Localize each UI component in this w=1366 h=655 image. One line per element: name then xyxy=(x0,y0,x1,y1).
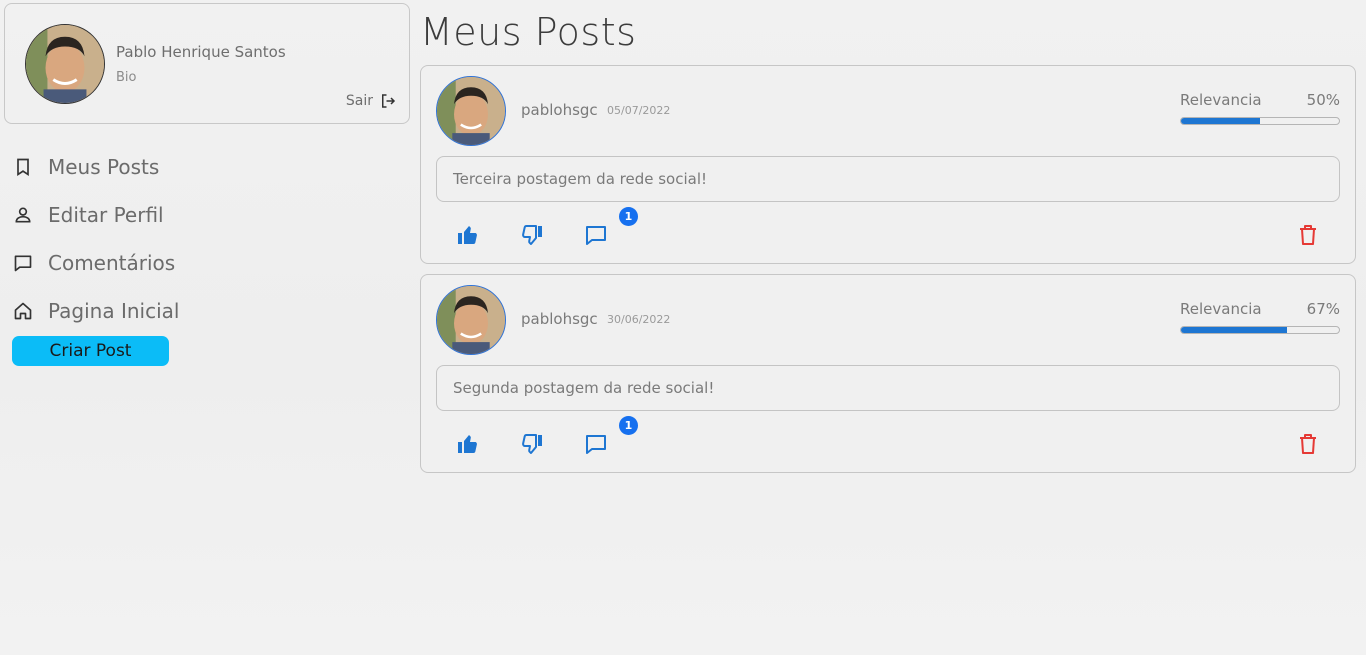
avatar xyxy=(436,285,506,355)
post-date: 05/07/2022 xyxy=(607,104,671,117)
relevance-label: Relevancia xyxy=(1180,300,1262,318)
post-content: Terceira postagem da rede social! xyxy=(436,156,1340,202)
relevance-progress-bar xyxy=(1180,117,1340,125)
comment-count-badge: 1 xyxy=(619,416,638,435)
post-card: pablohsgc 05/07/2022 Relevancia 50% Terc… xyxy=(420,65,1356,264)
profile-name: Pablo Henrique Santos xyxy=(116,43,286,61)
profile-bio: Bio xyxy=(116,70,137,85)
thumbs-up-icon xyxy=(458,226,477,244)
logout-button[interactable]: Sair xyxy=(346,92,397,110)
sidebar-item-meus-posts[interactable]: Meus Posts xyxy=(12,143,402,191)
profile-card: Pablo Henrique Santos Bio Sair xyxy=(4,3,410,124)
bookmark-icon xyxy=(12,156,34,178)
comment-button[interactable] xyxy=(583,222,609,248)
sidebar-item-label: Editar Perfil xyxy=(48,203,164,227)
logout-icon xyxy=(382,94,396,108)
trash-icon xyxy=(1300,434,1316,454)
comment-count-badge: 1 xyxy=(619,207,638,226)
relevance-progress-fill xyxy=(1181,327,1287,333)
person-icon xyxy=(12,204,34,226)
like-button[interactable] xyxy=(455,431,481,457)
relevance-value: 67% xyxy=(1306,300,1340,318)
page-title: Meus Posts xyxy=(420,10,637,54)
logout-label: Sair xyxy=(345,93,373,109)
create-post-button[interactable]: Criar Post xyxy=(12,336,169,366)
post-username[interactable]: pablohsgc xyxy=(521,101,598,119)
sidebar-item-label: Pagina Inicial xyxy=(48,299,180,323)
delete-button[interactable] xyxy=(1295,222,1321,248)
post-content: Segunda postagem da rede social! xyxy=(436,365,1340,411)
comment-icon xyxy=(12,252,34,274)
like-button[interactable] xyxy=(455,222,481,248)
sidebar-item-label: Comentários xyxy=(48,251,176,275)
trash-icon xyxy=(1300,225,1316,245)
post-username[interactable]: pablohsgc xyxy=(521,310,598,328)
sidebar-item-comentarios[interactable]: Comentários xyxy=(12,239,402,287)
sidebar-item-pagina-inicial[interactable]: Pagina Inicial xyxy=(12,287,402,335)
relevance-progress-bar xyxy=(1180,326,1340,334)
sidebar-item-editar-perfil[interactable]: Editar Perfil xyxy=(12,191,402,239)
thumbs-up-icon xyxy=(458,435,477,453)
comment-button[interactable] xyxy=(583,431,609,457)
home-icon xyxy=(12,300,34,322)
relevance-value: 50% xyxy=(1306,91,1340,109)
dislike-button[interactable] xyxy=(519,222,545,248)
avatar-image xyxy=(437,286,505,354)
comment-icon xyxy=(586,226,606,245)
avatar-image xyxy=(437,77,505,145)
relevance-label: Relevancia xyxy=(1180,91,1262,109)
sidebar-item-label: Meus Posts xyxy=(48,155,160,179)
avatar xyxy=(436,76,506,146)
avatar-image xyxy=(26,25,104,103)
thumbs-down-icon xyxy=(522,434,542,454)
sidebar-nav: Meus Posts Editar Perfil Comentários Pag… xyxy=(12,143,402,335)
post-date: 30/06/2022 xyxy=(607,313,671,326)
post-card: pablohsgc 30/06/2022 Relevancia 67% Segu… xyxy=(420,274,1356,473)
page: Pablo Henrique Santos Bio Sair Meus Post… xyxy=(0,0,1366,655)
delete-button[interactable] xyxy=(1295,431,1321,457)
dislike-button[interactable] xyxy=(519,431,545,457)
avatar xyxy=(25,24,105,104)
comment-icon xyxy=(586,435,606,454)
relevance-progress-fill xyxy=(1181,118,1260,124)
thumbs-down-icon xyxy=(522,225,542,245)
